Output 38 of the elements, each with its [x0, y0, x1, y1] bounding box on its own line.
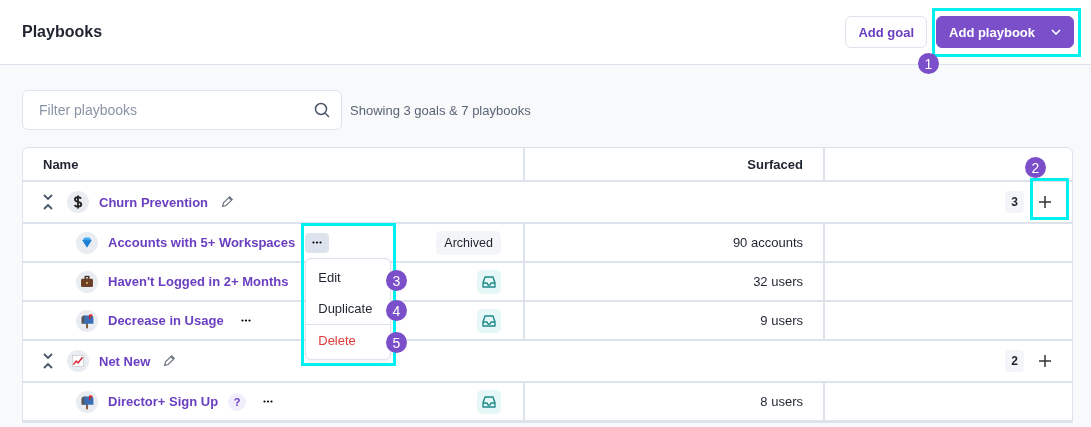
gem-icon: [76, 231, 98, 254]
surfaced-count: 9 users: [760, 313, 803, 328]
count-badge: 2: [1005, 350, 1024, 372]
count-badge: 3: [1005, 191, 1024, 213]
playbook-link[interactable]: Decrease in Usage: [108, 313, 224, 328]
more-icon: [263, 400, 274, 403]
help-badge[interactable]: ?: [228, 392, 247, 411]
more-icon: [312, 241, 323, 244]
playbook-link[interactable]: Accounts with 5+ Workspaces: [108, 235, 296, 250]
playbook-link[interactable]: Director+ Sign Up: [108, 394, 219, 409]
highlight-frame: [1030, 178, 1069, 220]
more-button[interactable]: [305, 232, 330, 253]
summary-text: Showing 3 goals & 7 playbooks: [350, 102, 531, 118]
pencil-icon[interactable]: [162, 354, 177, 368]
add-goal-button[interactable]: Add goal: [845, 16, 928, 48]
collapse-icon[interactable]: [43, 353, 53, 369]
chart-icon: [67, 350, 89, 372]
surfaced-count: 8 users: [760, 394, 803, 409]
surfaced-count: 32 users: [753, 274, 803, 289]
status-tag: Archived: [436, 230, 501, 255]
column-header: Surfaced: [747, 156, 803, 172]
column-header: Name: [43, 156, 79, 172]
search-icon[interactable]: [314, 102, 330, 118]
add-playbook-button[interactable]: Add playbook: [936, 16, 1074, 48]
mailbox-icon: [76, 309, 98, 332]
goal-link[interactable]: Net New: [99, 353, 151, 369]
filter-field[interactable]: Filter playbooks: [22, 90, 342, 130]
page-title: Playbooks: [22, 23, 104, 41]
collapse-icon[interactable]: [43, 194, 53, 210]
playbook-link[interactable]: Haven't Logged in 2+ Months: [108, 274, 289, 289]
dollar-icon: [67, 191, 89, 213]
goal-link[interactable]: Churn Prevention: [99, 194, 209, 210]
briefcase-icon: [76, 270, 98, 293]
pencil-icon[interactable]: [220, 195, 235, 209]
mailbox-icon: [76, 390, 98, 413]
more-icon: [240, 319, 251, 322]
chevron-down-icon: [1051, 29, 1061, 35]
surfaced-count: 90 accounts: [732, 235, 803, 250]
